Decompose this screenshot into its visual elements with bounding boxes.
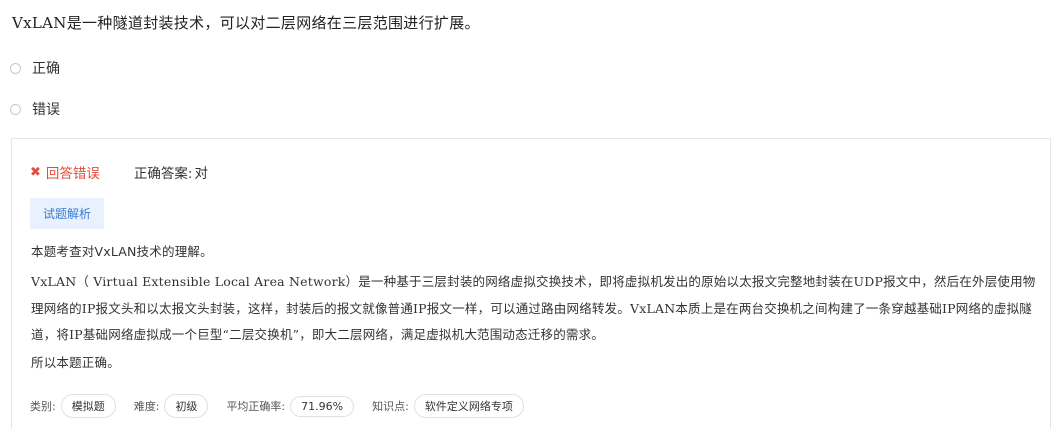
knowledge-tag[interactable]: 软件定义网络专项 [413,394,524,418]
analysis-paragraph-conclusion: 所以本题正确。 [31,355,120,370]
option-label: 正确 [32,61,60,77]
radio-button[interactable] [10,103,21,115]
option-correct[interactable]: 正确 [10,58,60,78]
accuracy-tag: 71.96% [290,395,355,417]
radio-button[interactable] [10,62,21,74]
meta-row: 类别: 模拟题 难度: 初级 平均正确率: 71.96% 知识点: 软件定义网络… [30,394,542,418]
status-text: 回答错误 [45,166,100,182]
difficulty-tag[interactable]: 初级 [164,394,209,418]
answer-value: 对 [194,166,208,182]
category-label: 类别: [30,400,56,413]
question-text: VxLAN是一种隧道封装技术，可以对二层网络在三层范围进行扩展。 [12,14,480,32]
analysis-paragraph-intro: 本题考查对VxLAN技术的理解。 [31,244,213,259]
difficulty-label: 难度: [133,400,160,413]
knowledge-label: 知识点: [372,400,409,413]
analysis-paragraph-body: VxLAN（ Virtual Extensible Local Area Net… [31,274,1036,342]
result-row: ✖ 回答错误 正确答案: 对 [30,162,208,183]
answer-label: 正确答案: [133,166,193,182]
option-wrong[interactable]: 错误 [10,99,60,119]
correct-answer: 正确答案: 对 [134,162,208,182]
close-icon: ✖ [30,164,41,180]
status-badge: ✖ 回答错误 [30,162,100,183]
accuracy-label: 平均正确率: [226,400,286,413]
category-tag[interactable]: 模拟题 [60,394,116,418]
result-panel: ✖ 回答错误 正确答案: 对 试题解析 本题考查对VxLAN技术的理解。 VxL… [11,138,1051,429]
tab-analysis[interactable]: 试题解析 [30,198,104,229]
option-label: 错误 [32,102,60,118]
